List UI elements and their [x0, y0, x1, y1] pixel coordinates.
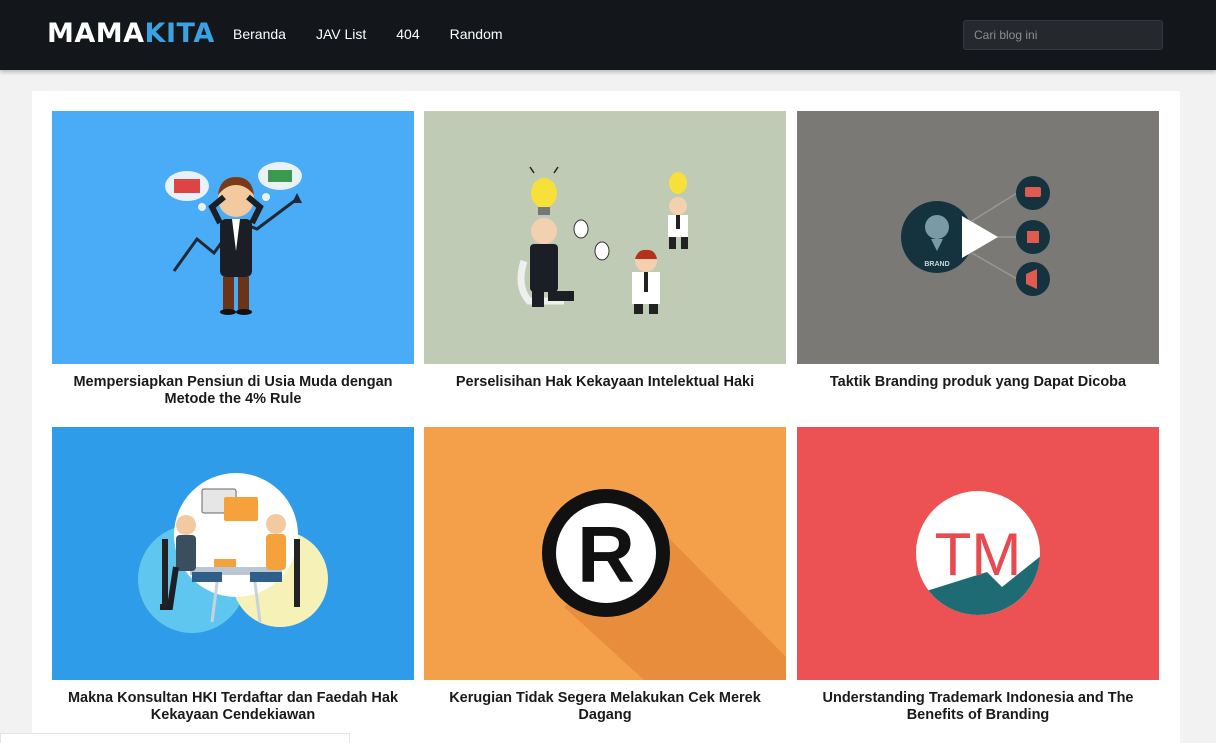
- post-title[interactable]: Mempersiapkan Pensiun di Usia Muda denga…: [52, 374, 414, 408]
- brand-badge-text: BRAND: [924, 261, 949, 268]
- post-card[interactable]: TM Understanding Trademark Indonesia and…: [797, 427, 1159, 724]
- trademark-icon: TM: [916, 491, 1040, 615]
- registered-mark-icon: R: [542, 489, 786, 680]
- consultation-illustration: [138, 473, 328, 633]
- post-title[interactable]: Taktik Branding produk yang Dapat Dicoba: [797, 374, 1159, 391]
- nav-link-random[interactable]: Random: [450, 25, 503, 43]
- businessman-growth-illustration: [165, 162, 302, 315]
- video-play-icon[interactable]: [960, 214, 1000, 260]
- logo-text-mama: MAMA: [47, 18, 145, 49]
- site-logo[interactable]: MAMAKITA: [47, 17, 215, 51]
- logo-text-kita: KITA: [144, 18, 215, 49]
- trademark-letters: TM: [935, 521, 1022, 588]
- post-thumbnail[interactable]: TM: [797, 427, 1159, 680]
- registered-letter: R: [577, 510, 635, 599]
- post-thumbnail[interactable]: [52, 111, 414, 364]
- nav-link-404[interactable]: 404: [396, 25, 419, 43]
- post-card[interactable]: Makna Konsultan HKI Terdaftar dan Faedah…: [52, 427, 414, 724]
- post-title[interactable]: Perselisihan Hak Kekayaan Intelektual Ha…: [424, 374, 786, 391]
- post-thumbnail[interactable]: BRAND: [797, 111, 1159, 364]
- nav-link-beranda[interactable]: Beranda: [233, 25, 286, 43]
- main-nav: Beranda JAV List 404 Random: [233, 25, 533, 43]
- bottom-strip: [0, 733, 350, 743]
- top-navbar: MAMAKITA Beranda JAV List 404 Random: [0, 0, 1216, 70]
- post-card[interactable]: BRAND Taktik Branding produk yang Dapat …: [797, 111, 1159, 391]
- post-card[interactable]: Mempersiapkan Pensiun di Usia Muda denga…: [52, 111, 414, 408]
- post-title[interactable]: Understanding Trademark Indonesia and Th…: [797, 690, 1159, 724]
- post-title[interactable]: Kerugian Tidak Segera Melakukan Cek Mere…: [424, 690, 786, 724]
- post-thumbnail[interactable]: [52, 427, 414, 680]
- search-input[interactable]: [963, 20, 1163, 50]
- post-title[interactable]: Makna Konsultan HKI Terdaftar dan Faedah…: [52, 690, 414, 724]
- post-card[interactable]: Perselisihan Hak Kekayaan Intelektual Ha…: [424, 111, 786, 391]
- post-card[interactable]: R Kerugian Tidak Segera Melakukan Cek Me…: [424, 427, 786, 724]
- post-thumbnail[interactable]: R: [424, 427, 786, 680]
- post-thumbnail[interactable]: [424, 111, 786, 364]
- lightbulb-ideas-illustration: [517, 166, 688, 314]
- nav-link-jav-list[interactable]: JAV List: [316, 25, 366, 43]
